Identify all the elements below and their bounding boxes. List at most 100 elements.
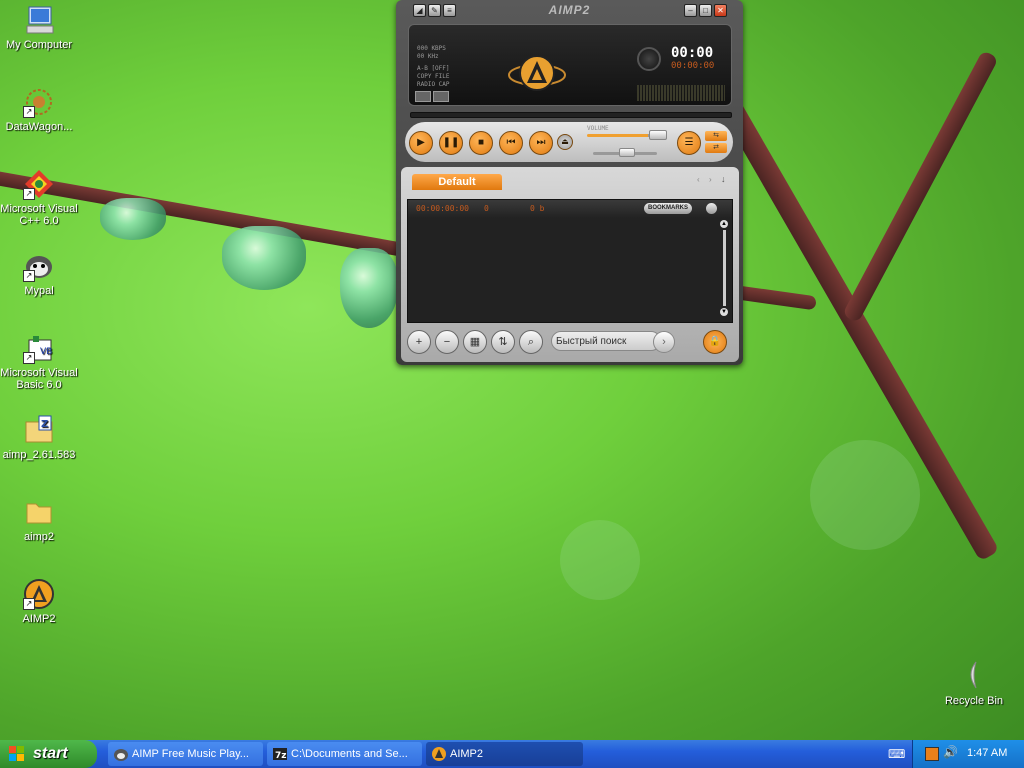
- folder-icon: [23, 496, 55, 528]
- playlist-options-icon[interactable]: [706, 203, 717, 214]
- ab-repeat-label[interactable]: A-B [OFF]: [417, 65, 453, 73]
- quick-search-input[interactable]: Быстрый поиск: [551, 331, 661, 351]
- volume-label: VOLUME: [587, 125, 609, 132]
- playlist-menu-button[interactable]: ☰: [677, 131, 701, 155]
- samplerate-label: 00 KHz: [417, 53, 439, 60]
- aimp-restore-button[interactable]: □: [699, 4, 712, 17]
- shuffle-icon[interactable]: ⇄: [705, 143, 727, 153]
- playlist-area[interactable]: 00:00:00:00 0 0 b BOOKMARKS ▲ ▼: [407, 199, 733, 323]
- equalizer-toggle-icon[interactable]: [415, 91, 431, 102]
- shortcut-arrow-icon: ↗: [23, 188, 35, 200]
- aimp-logo-icon: [508, 55, 566, 91]
- playlist-track-count: 0: [484, 204, 489, 213]
- datawagon-icon: ↗: [23, 86, 55, 118]
- desktop: My Computer ↗ DataWagon... ↗ Microsoft V…: [0, 0, 1024, 740]
- stream-info: 000 KBPS 00 KHz A-B [OFF] COPY FILE RADI…: [417, 45, 453, 89]
- browser-icon: [113, 746, 129, 762]
- aimp-close-button[interactable]: ✕: [714, 4, 727, 17]
- start-button[interactable]: start: [0, 740, 97, 768]
- desktop-icon-visual-basic[interactable]: VB ↗ Microsoft Visual Basic 6.0: [0, 332, 79, 391]
- taskbar-item-aimp-browser[interactable]: AIMP Free Music Play...: [108, 742, 263, 766]
- select-all-button[interactable]: ▦: [463, 330, 487, 354]
- desktop-icon-visual-cpp[interactable]: ↗ Microsoft Visual C++ 6.0: [0, 168, 79, 227]
- visualization-knob-icon[interactable]: [637, 47, 661, 71]
- remove-files-button[interactable]: −: [435, 330, 459, 354]
- playlist-duration: 00:00:00:00: [416, 204, 469, 213]
- clock[interactable]: 1:47 AM: [967, 747, 1007, 759]
- next-button[interactable]: ⏭: [529, 131, 553, 155]
- windows-logo-icon: [9, 746, 24, 761]
- desktop-icon-recycle-bin[interactable]: Recycle Bin: [934, 660, 1014, 707]
- stop-button[interactable]: ■: [469, 131, 493, 155]
- pause-button[interactable]: ❚❚: [439, 131, 463, 155]
- sort-button[interactable]: ⇅: [491, 330, 515, 354]
- desktop-icon-aimp2[interactable]: ↗ AIMP2: [0, 578, 79, 625]
- desktop-icon-aimp-archive[interactable]: Z aimp_2.61.583: [0, 414, 79, 461]
- shortcut-arrow-icon: ↗: [23, 270, 35, 282]
- start-label: start: [33, 745, 68, 762]
- tab-scroll-right-icon[interactable]: ›: [709, 175, 712, 184]
- tab-menu-arrow-icon[interactable]: ↓: [721, 174, 726, 184]
- system-tray: 🔊 1:47 AM: [912, 740, 1024, 768]
- playlist-scrollbar[interactable]: ▲ ▼: [720, 220, 728, 318]
- volume-slider-thumb[interactable]: [649, 130, 667, 140]
- branch: [842, 49, 999, 324]
- taskbar: start AIMP Free Music Play... 7z C:\Docu…: [0, 740, 1024, 768]
- aimp-titlebar[interactable]: ◢ ✎ ≡ AIMP2 – □ ✕: [396, 0, 743, 20]
- shortcut-arrow-icon: ↗: [23, 106, 35, 118]
- previous-button[interactable]: ⏮: [499, 131, 523, 155]
- aimp-icon: [431, 746, 447, 762]
- playlist-toggle-icon[interactable]: [433, 91, 449, 102]
- shortcut-arrow-icon: ↗: [23, 352, 35, 364]
- search-go-icon[interactable]: ›: [653, 331, 675, 353]
- visual-basic-icon: VB ↗: [23, 332, 55, 364]
- svg-text:VB: VB: [40, 347, 52, 357]
- search-icon[interactable]: ⌕: [519, 330, 543, 354]
- playlist-header: 00:00:00:00 0 0 b BOOKMARKS: [408, 200, 732, 218]
- bokeh-light: [810, 440, 920, 550]
- time-display[interactable]: 00:00: [671, 45, 713, 61]
- tab-scroll-left-icon[interactable]: ‹: [697, 175, 700, 184]
- recycle-bin-icon: [958, 660, 990, 692]
- mypal-icon: ↗: [23, 250, 55, 282]
- aimp-tray-icon[interactable]: [925, 747, 939, 761]
- radio-cap-label[interactable]: RADIO CAP: [417, 81, 453, 89]
- copy-file-label[interactable]: COPY FILE: [417, 73, 453, 81]
- scroll-up-icon[interactable]: ▲: [720, 220, 728, 228]
- taskbar-item-aimp2[interactable]: AIMP2: [426, 742, 583, 766]
- desktop-icon-datawagon[interactable]: ↗ DataWagon...: [0, 86, 79, 133]
- desktop-icon-aimp2-folder[interactable]: aimp2: [0, 496, 79, 543]
- playlist-tab-default[interactable]: Default: [412, 174, 502, 190]
- lock-icon[interactable]: 🔒: [703, 330, 727, 354]
- volume-tray-icon[interactable]: 🔊: [943, 745, 958, 759]
- eject-button[interactable]: ⏏: [557, 134, 573, 150]
- aimp-display: 000 KBPS 00 KHz A-B [OFF] COPY FILE RADI…: [408, 24, 732, 106]
- taskbar-item-7zip[interactable]: 7z C:\Documents and Se...: [267, 742, 422, 766]
- playlist-size: 0 b: [530, 204, 545, 213]
- svg-text:7z: 7z: [275, 751, 287, 761]
- desktop-icon-my-computer[interactable]: My Computer: [0, 4, 79, 51]
- bokeh-light: [560, 520, 640, 600]
- scroll-down-icon[interactable]: ▼: [720, 308, 728, 316]
- shortcut-arrow-icon: ↗: [23, 598, 35, 610]
- water-drop: [340, 248, 398, 328]
- aimp-minimize-button[interactable]: –: [684, 4, 697, 17]
- bitrate-label: 000 KBPS: [417, 45, 446, 52]
- aimp-window: ◢ ✎ ≡ AIMP2 – □ ✕ 000 KBPS 00 KHz A-B [O…: [396, 0, 743, 365]
- add-files-button[interactable]: +: [407, 330, 431, 354]
- play-button[interactable]: ▶: [409, 131, 433, 155]
- control-panel: ▶ ❚❚ ■ ⏮ ⏭ ⏏ VOLUME ☰ ⇆ ⇄: [405, 122, 733, 162]
- bookmarks-button[interactable]: BOOKMARKS: [644, 203, 692, 214]
- repeat-icon[interactable]: ⇆: [705, 131, 727, 141]
- visual-cpp-icon: ↗: [23, 168, 55, 200]
- seek-bar[interactable]: [410, 112, 732, 118]
- playlist-panel: Default ‹ › ↓ 00:00:00:00 0 0 b BOOKMARK…: [401, 167, 739, 362]
- my-computer-icon: [23, 4, 55, 36]
- scroll-track[interactable]: [722, 230, 726, 306]
- time-remaining: 00:00:00: [671, 61, 715, 71]
- water-drop: [222, 226, 306, 290]
- balance-slider-thumb[interactable]: [619, 148, 635, 157]
- aimp-icon: ↗: [23, 578, 55, 610]
- keyboard-icon[interactable]: ⌨: [888, 747, 905, 761]
- desktop-icon-mypal[interactable]: ↗ Mypal: [0, 250, 79, 297]
